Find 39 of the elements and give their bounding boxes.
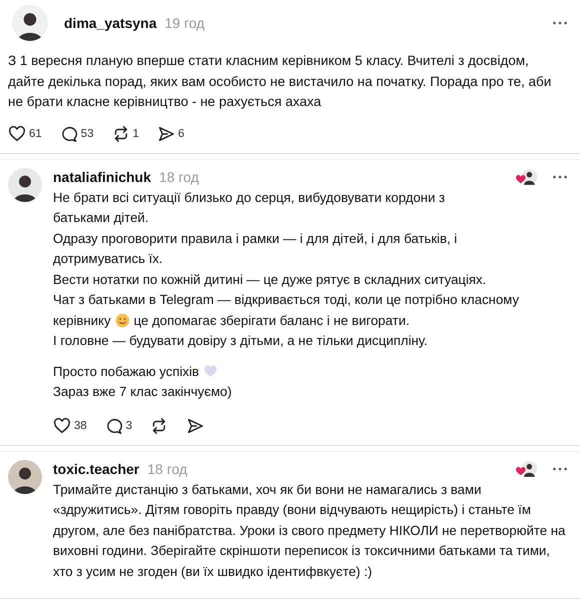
heart-icon[interactable] bbox=[8, 124, 26, 142]
reply-text: дотримуватись їх. bbox=[53, 251, 163, 266]
username[interactable]: nataliafinichuk bbox=[53, 168, 152, 184]
count: 61 bbox=[29, 128, 42, 140]
reply-text: Вести нотатки по кожній дитині — це дуже рятує в складних ситуаціях. bbox=[53, 272, 486, 286]
count: 53 bbox=[80, 128, 94, 140]
timestamp: 18 год bbox=[159, 168, 199, 184]
avatar[interactable] bbox=[8, 168, 42, 202]
send-icon[interactable] bbox=[186, 416, 204, 434]
heart-icon[interactable] bbox=[53, 416, 71, 434]
send-icon[interactable] bbox=[157, 124, 175, 142]
reply-text: Тримайте дистанцію з батьками, хоч як би вони не намагались з вами «здружитись». Дітям говоріть правду (вони відчувають нещирість) і станьте їм другом, але без панібратства. Уроки із свого предмету НІКОЛИ не перетворюйте на виховні години. Зберігайте скріншоти переписок із токсичними батьками та тими, хто з усим не згоден (ви їх швидко ідентифвкуєте) :) bbox=[53, 482, 566, 578]
reply-text: батьками дітей. bbox=[53, 210, 149, 225]
timestamp: 19 год bbox=[164, 15, 205, 31]
avatar[interactable] bbox=[12, 5, 48, 41]
avatar[interactable] bbox=[8, 460, 42, 494]
count: 3 bbox=[126, 420, 132, 432]
count: 6 bbox=[178, 128, 184, 140]
reply-text: керівнику bbox=[53, 312, 111, 328]
count: 1 bbox=[132, 128, 139, 140]
comment-icon[interactable] bbox=[104, 416, 123, 434]
smiley-icon bbox=[114, 312, 130, 328]
reply-text: Зараз вже 7 клас закінчуємо) bbox=[53, 384, 232, 399]
heart-icon bbox=[203, 364, 218, 378]
reply-text: Просто побажаю успіхів bbox=[53, 364, 200, 378]
reply-text: Чат з батьками в Telegram — відкривається тоді, коли це потрібно класному bbox=[53, 292, 519, 307]
timestamp: 18 год bbox=[147, 460, 188, 476]
comment-icon[interactable] bbox=[60, 124, 78, 142]
count: 38 bbox=[74, 420, 87, 432]
reply-text: Одразу проговорити правила і рамки — і для дітей, і для батьків, і bbox=[53, 230, 458, 246]
username[interactable]: dima_yatsyna bbox=[64, 15, 157, 31]
username[interactable]: toxic.teacher bbox=[53, 460, 140, 476]
more-options-icon[interactable] bbox=[552, 20, 568, 26]
post-text: З 1 вересня планую вперше стати класним керівником 5 класу. Вчителі з досвідом, дайте декілька порад, яких вам особисто не вистачило на початку. Порада про те, аби не брати класне керівництво - не рахується ахаха bbox=[8, 52, 552, 111]
reply-text: Не брати всі ситуації близько до серця, вибудовувати кордони з bbox=[53, 190, 445, 204]
more-options-icon[interactable] bbox=[552, 174, 568, 180]
reply-text: І головне — будувати довіру з дітьми, а не тільки дисципліну. bbox=[53, 333, 428, 348]
more-options-icon[interactable] bbox=[552, 466, 568, 472]
reply-text: це допомагає зберігати баланс і не вигорати. bbox=[134, 312, 410, 328]
